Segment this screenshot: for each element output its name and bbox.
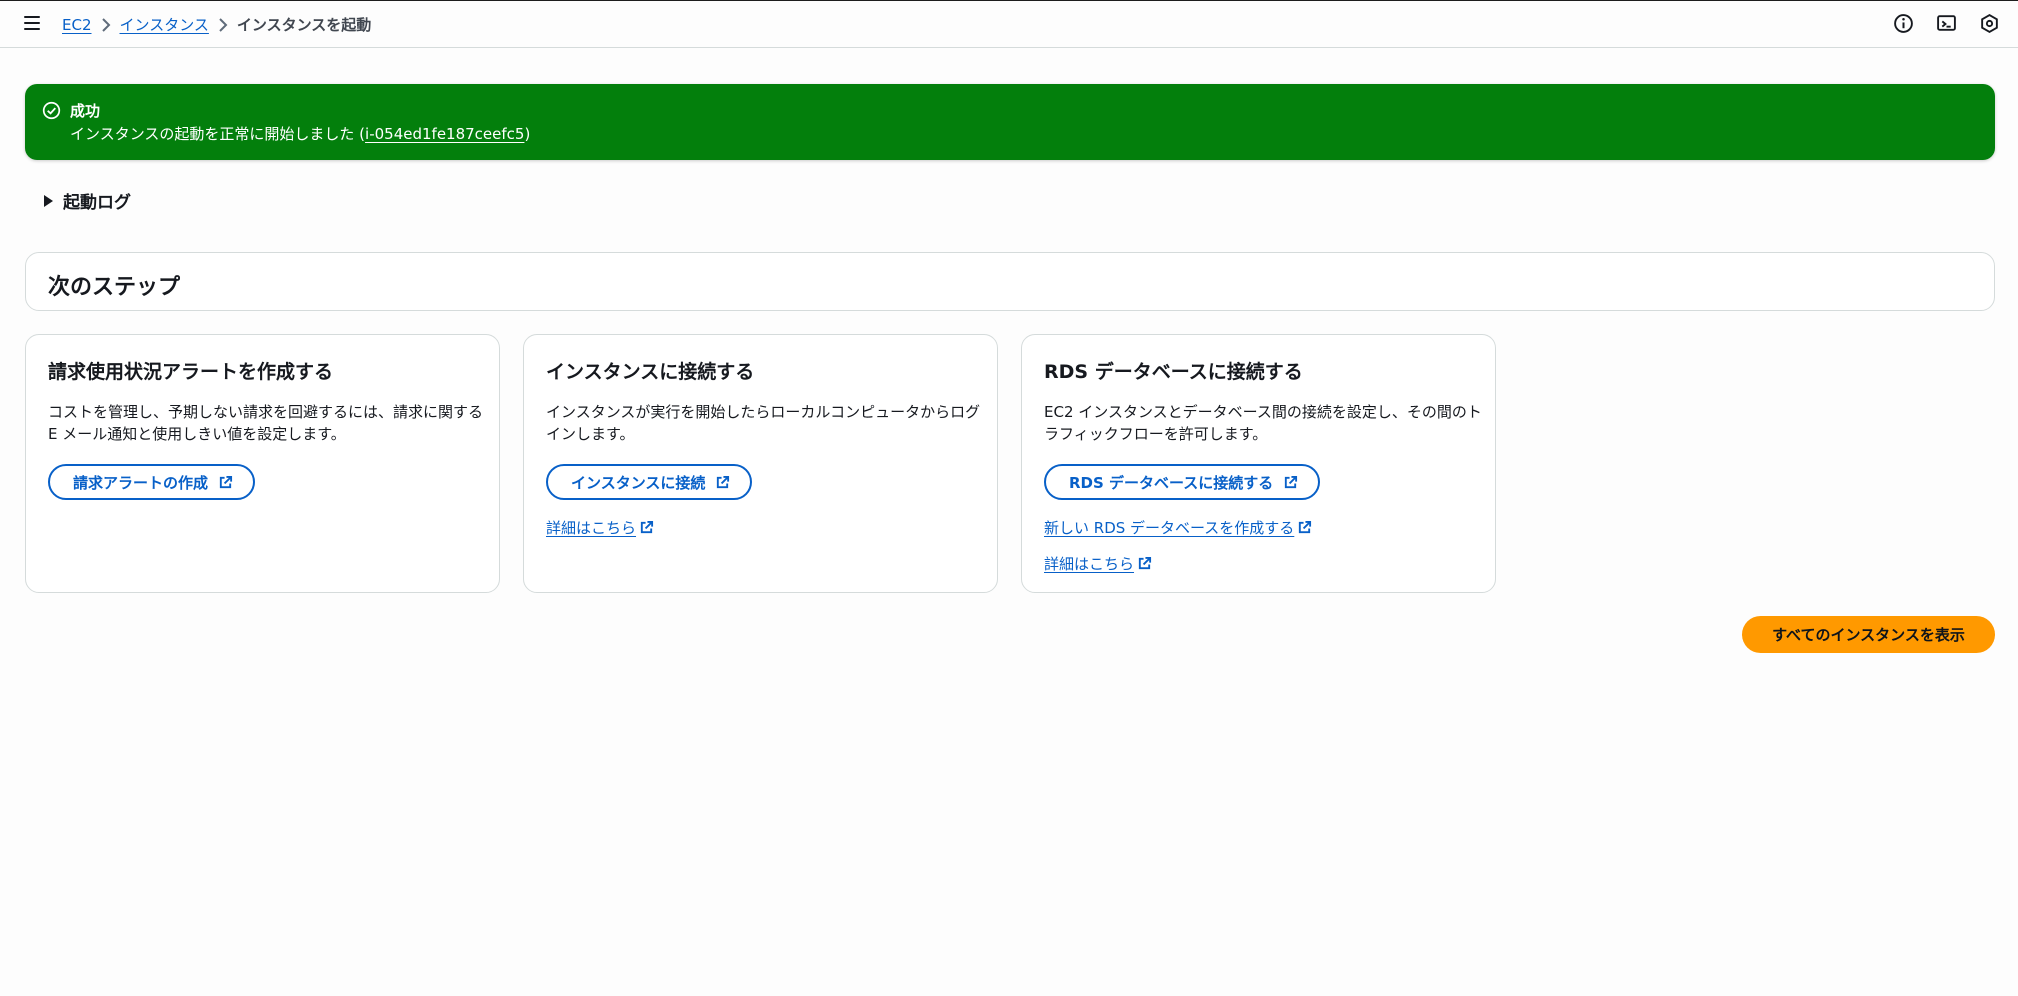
card-billing-alert: 請求使用状況アラートを作成する コストを管理し、予期しない請求を回避するには、請…	[25, 334, 500, 593]
external-link-icon	[1299, 520, 1312, 534]
learn-more-link[interactable]: 詳細はこちら	[546, 517, 654, 538]
cloudshell-icon[interactable]	[1936, 13, 1957, 34]
chevron-right-icon	[209, 17, 237, 33]
card-description: コストを管理し、予期しない請求を回避するには、請求に関する E メール通知と使用…	[48, 403, 484, 443]
flash-message: インスタンスの起動を正常に開始しました (i-054ed1fe187ceefc5…	[70, 123, 530, 144]
connect-instance-button[interactable]: インスタンスに接続	[546, 464, 753, 500]
card-title: 請求使用状況アラートを作成する	[48, 361, 334, 383]
create-rds-link[interactable]: 新しい RDS データベースを作成する	[1044, 517, 1312, 538]
link-label: 新しい RDS データベースを作成する	[1044, 519, 1295, 537]
breadcrumb-current: インスタンスを起動	[236, 16, 372, 34]
card-title: RDS データベースに接続する	[1044, 361, 1303, 383]
next-steps-header: 次のステップ	[25, 252, 1995, 311]
flash-title: 成功	[70, 102, 101, 120]
card-description: インスタンスが実行を開始したらローカルコンピュータからログインします。	[546, 403, 981, 443]
link-label: 詳細はこちら	[546, 519, 637, 537]
flash-message-suffix: )	[524, 125, 531, 143]
card-description: EC2 インスタンスとデータベース間の接続を設定し、その間のトラフィックフローを…	[1044, 403, 1482, 443]
top-icons	[1893, 13, 2000, 34]
view-all-instances-button[interactable]: すべてのインスタンスを表示	[1742, 616, 1995, 653]
top-bar: EC2 インスタンス インスタンスを起動	[0, 0, 2018, 48]
caret-right-icon	[44, 194, 53, 207]
card-connect-rds: RDS データベースに接続する EC2 インスタンスとデータベース間の接続を設定…	[1021, 334, 1496, 593]
menu-icon[interactable]	[22, 12, 44, 34]
breadcrumb-instances[interactable]: インスタンス	[120, 14, 209, 35]
external-link-icon	[640, 520, 654, 534]
external-link-icon	[1138, 556, 1152, 570]
button-label: 請求アラートの作成	[73, 473, 209, 492]
create-billing-alert-button[interactable]: 請求アラートの作成	[48, 464, 256, 500]
success-flash: 成功 インスタンスの起動を正常に開始しました (i-054ed1fe187cee…	[25, 84, 1995, 160]
chevron-right-icon	[92, 17, 120, 33]
breadcrumb: EC2 インスタンス インスタンスを起動	[62, 14, 371, 35]
button-label: インスタンスに接続	[571, 473, 706, 492]
card-connect-instance: インスタンスに接続する インスタンスが実行を開始したらローカルコンピュータからロ…	[523, 334, 998, 593]
launch-log-expander[interactable]: 起動ログ	[44, 188, 131, 213]
settings-shield-icon[interactable]	[1979, 13, 2000, 34]
instance-id-link[interactable]: i-054ed1fe187ceefc5	[365, 125, 524, 143]
check-circle-icon	[42, 101, 61, 120]
external-link-icon	[219, 475, 233, 488]
info-icon[interactable]	[1893, 13, 1914, 34]
external-link-icon	[717, 475, 730, 488]
button-label: RDS データベースに接続する	[1069, 473, 1274, 492]
next-steps-title: 次のステップ	[48, 275, 181, 300]
link-label: 詳細はこちら	[1044, 555, 1135, 573]
card-title: インスタンスに接続する	[546, 361, 755, 383]
learn-more-link[interactable]: 詳細はこちら	[1044, 553, 1152, 574]
connect-rds-button[interactable]: RDS データベースに接続する	[1044, 464, 1321, 500]
flash-message-text: インスタンスの起動を正常に開始しました (	[70, 125, 366, 143]
external-link-icon	[1285, 475, 1298, 488]
launch-log-label: 起動ログ	[63, 193, 131, 213]
breadcrumb-ec2[interactable]: EC2	[62, 16, 92, 34]
